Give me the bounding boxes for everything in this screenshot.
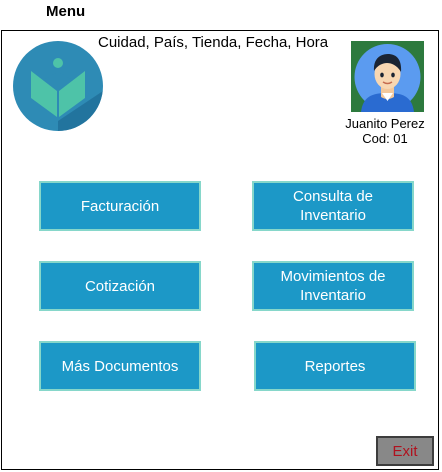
facturacion-button[interactable]: Facturación — [39, 181, 201, 231]
user-code: Cod: 01 — [362, 131, 408, 146]
reportes-button[interactable]: Reportes — [254, 341, 416, 391]
book-logo-icon — [13, 41, 103, 131]
movimientos-inventario-button[interactable]: Movimientos de Inventario — [252, 261, 414, 311]
user-avatar-icon[interactable] — [351, 41, 424, 112]
cotizacion-button[interactable]: Cotización — [39, 261, 201, 311]
page-title: Menu — [46, 3, 86, 20]
consulta-inventario-button[interactable]: Consulta de Inventario — [252, 181, 414, 231]
context-info: Cuidad, País, Tienda, Fecha, Hora — [98, 34, 329, 51]
mas-documentos-button[interactable]: Más Documentos — [39, 341, 201, 391]
exit-button[interactable]: Exit — [376, 436, 434, 466]
user-name: Juanito Perez — [345, 116, 425, 131]
